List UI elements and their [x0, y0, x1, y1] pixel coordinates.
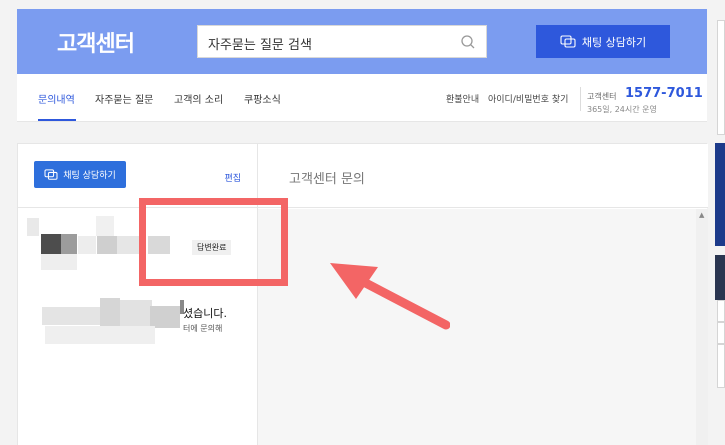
search-placeholder: 자주묻는 질문 검색: [208, 38, 312, 53]
search-icon[interactable]: [460, 34, 476, 50]
inquiry-detail-title: 고객센터 문의: [289, 172, 365, 187]
blurred-text: [150, 306, 180, 328]
side-button[interactable]: [717, 322, 725, 344]
side-ad-banner[interactable]: [715, 143, 725, 246]
customer-center-phone: 1577-7011: [625, 86, 703, 101]
side-panel: [717, 20, 725, 135]
annotation-arrow-icon: [330, 263, 450, 330]
blurred-text: [45, 326, 155, 344]
blurred-text: [41, 254, 77, 270]
blurred-text: [27, 218, 39, 236]
tab-coupang-news[interactable]: 쿠팡소식: [244, 91, 281, 106]
page-title[interactable]: 고객센터: [57, 26, 135, 58]
annotation-highlight-box: [139, 198, 288, 286]
blurred-text: [100, 298, 120, 328]
chat-consult-button-secondary[interactable]: 채팅 상담하기: [34, 161, 126, 188]
tab-inquiry-history[interactable]: 문의내역: [38, 91, 75, 106]
scrollbar[interactable]: ▲: [696, 209, 708, 445]
tab-customer-voice[interactable]: 고객의 소리: [174, 91, 223, 106]
customer-center-label: 고객센터: [587, 92, 617, 101]
active-tab-indicator: [38, 119, 76, 121]
nav-divider: [580, 87, 581, 111]
inquiry-detail-header: 고객센터 문의: [258, 144, 708, 208]
chat-consult-button[interactable]: 채팅 상담하기: [536, 25, 670, 58]
tab-faq[interactable]: 자주묻는 질문: [95, 91, 153, 106]
blurred-text: [120, 300, 152, 326]
customer-center-hours: 365일, 24시간 운영: [587, 105, 657, 114]
chat-consult-label: 채팅 상담하기: [63, 171, 116, 181]
scroll-up-arrow-icon[interactable]: ▲: [699, 211, 704, 219]
search-input[interactable]: 자주묻는 질문 검색: [197, 25, 487, 58]
inquiry-snippet-line2: 터에 문의해: [183, 324, 223, 333]
chat-bubble-icon: [560, 34, 576, 48]
chat-consult-label: 채팅 상담하기: [581, 35, 647, 49]
side-button[interactable]: [717, 300, 725, 322]
nav-bar: 문의내역 자주묻는 질문 고객의 소리 쿠팡소식 환불안내 아이디/비밀번호 찾…: [17, 74, 707, 122]
blurred-text: [78, 236, 96, 254]
inquiry-snippet-line1: 셨습니다.: [183, 307, 227, 320]
blurred-text: [96, 216, 114, 236]
edit-link[interactable]: 편집: [224, 171, 241, 184]
blurred-text: [42, 307, 100, 325]
blurred-text: [41, 234, 61, 254]
blurred-text: [97, 236, 117, 254]
inquiry-list-panel: 채팅 상담하기 편집: [17, 143, 258, 445]
side-button[interactable]: [717, 344, 725, 388]
header-banner: 고객센터 자주묻는 질문 검색 채팅 상담하기: [17, 9, 707, 74]
blurred-text: [61, 234, 77, 254]
chat-bubble-icon: [44, 168, 58, 180]
side-ad-banner[interactable]: [715, 255, 725, 300]
find-id-password-link[interactable]: 아이디/비밀번호 찾기: [488, 92, 568, 105]
blurred-text: [117, 236, 139, 254]
refund-info-link[interactable]: 환불안내: [446, 92, 479, 105]
